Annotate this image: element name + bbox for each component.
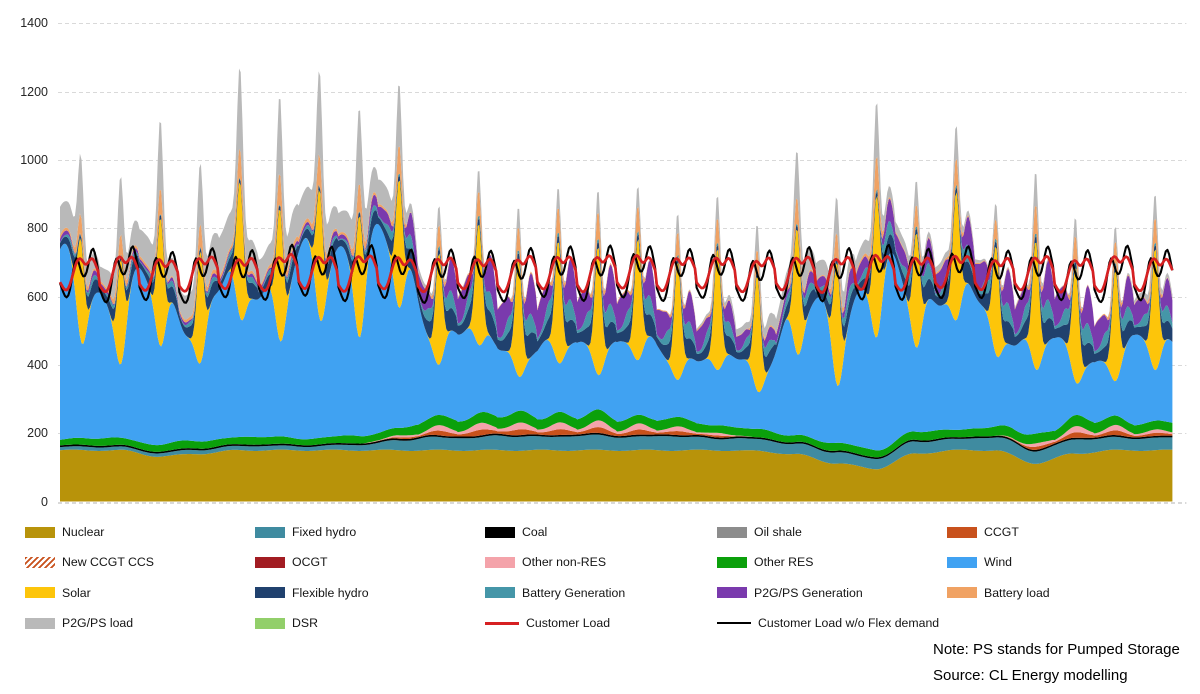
- legend-label: New CCGT CCS: [62, 555, 154, 569]
- energy-dispatch-figure: 0 200 400 600 800 1000 1200 1400 Nuclear Fixed h…: [0, 0, 1200, 694]
- legend-label: Customer Load w/o Flex demand: [758, 616, 939, 630]
- wind-swatch: [947, 557, 977, 568]
- legend-label: Other non-RES: [522, 555, 606, 569]
- stacked-area-chart-canvas: [0, 0, 1200, 520]
- legend-item-fixed_hydro: Fixed hydro: [255, 525, 485, 539]
- y-axis-tick-label: 800: [4, 220, 48, 236]
- legend-item-battery_generation: Battery Generation: [485, 586, 717, 600]
- legend-item-ccgt: CCGT: [947, 525, 1177, 539]
- legend-label: Customer Load: [526, 616, 610, 630]
- legend-label: Solar: [62, 586, 91, 600]
- legend-item-flexible_hydro: Flexible hydro: [255, 586, 485, 600]
- coal-swatch: [485, 527, 515, 538]
- legend-item-customer_load: Customer Load: [485, 616, 717, 630]
- customer_load_wo_flex-swatch: [717, 622, 751, 624]
- y-axis-tick-label: 600: [4, 289, 48, 305]
- legend-label: Nuclear: [62, 525, 104, 539]
- battery_generation-swatch: [485, 587, 515, 598]
- legend-item-battery_load: Battery load: [947, 586, 1177, 600]
- source-text: Source: CL Energy modelling: [933, 667, 1180, 684]
- legend-label: Other RES: [754, 555, 813, 569]
- legend-item-p2g_ps_generation: P2G/PS Generation: [717, 586, 947, 600]
- fixed_hydro-swatch: [255, 527, 285, 538]
- legend-label: Oil shale: [754, 525, 802, 539]
- customer_load-swatch: [485, 622, 519, 625]
- note-text: Note: PS stands for Pumped Storage: [933, 641, 1180, 658]
- legend-item-solar: Solar: [25, 586, 255, 600]
- legend-item-ocgt: OCGT: [255, 555, 485, 569]
- legend-item-oil_shale: Oil shale: [717, 525, 947, 539]
- legend-item-other_non_res: Other non-RES: [485, 555, 717, 569]
- other_non_res-swatch: [485, 557, 515, 568]
- oil_shale-swatch: [717, 527, 747, 538]
- battery_load-swatch: [947, 587, 977, 598]
- y-axis-tick-label: 0: [4, 494, 48, 510]
- legend-item-new_ccgt_ccs: New CCGT CCS: [25, 555, 255, 569]
- legend-label: OCGT: [292, 555, 328, 569]
- y-axis-tick-label: 400: [4, 357, 48, 373]
- ccgt-swatch: [947, 527, 977, 538]
- legend-item-dsr: DSR: [255, 616, 485, 630]
- legend-item-other_res: Other RES: [717, 555, 947, 569]
- y-axis-tick-label: 1400: [4, 15, 48, 31]
- y-axis-tick-label: 1200: [4, 84, 48, 100]
- y-axis-tick-label: 1000: [4, 152, 48, 168]
- legend-label: DSR: [292, 616, 318, 630]
- legend-item-nuclear: Nuclear: [25, 525, 255, 539]
- nuclear-swatch: [25, 527, 55, 538]
- new_ccgt_ccs-swatch: [25, 557, 55, 568]
- legend-label: Battery Generation: [522, 586, 625, 600]
- legend-label: Battery load: [984, 586, 1050, 600]
- p2g_ps_load-swatch: [25, 618, 55, 629]
- legend-label: Fixed hydro: [292, 525, 356, 539]
- legend-item-p2g_ps_load: P2G/PS load: [25, 616, 255, 630]
- y-axis-tick-label: 200: [4, 425, 48, 441]
- legend-item-wind: Wind: [947, 555, 1177, 569]
- flexible_hydro-swatch: [255, 587, 285, 598]
- solar-swatch: [25, 587, 55, 598]
- ocgt-swatch: [255, 557, 285, 568]
- legend-label: P2G/PS Generation: [754, 586, 863, 600]
- legend-item-customer_load_wo_flex: Customer Load w/o Flex demand: [717, 616, 947, 630]
- p2g_ps_generation-swatch: [717, 587, 747, 598]
- legend-label: Coal: [522, 525, 547, 539]
- other_res-swatch: [717, 557, 747, 568]
- legend-label: P2G/PS load: [62, 616, 133, 630]
- legend-label: Wind: [984, 555, 1012, 569]
- legend-item-coal: Coal: [485, 525, 717, 539]
- chart-notes: Note: PS stands for Pumped Storage Sourc…: [933, 641, 1180, 693]
- legend-label: Flexible hydro: [292, 586, 369, 600]
- legend-label: CCGT: [984, 525, 1019, 539]
- dsr-swatch: [255, 618, 285, 629]
- chart-legend: Nuclear Fixed hydro Coal Oil shale CCGT New C…: [25, 517, 1177, 638]
